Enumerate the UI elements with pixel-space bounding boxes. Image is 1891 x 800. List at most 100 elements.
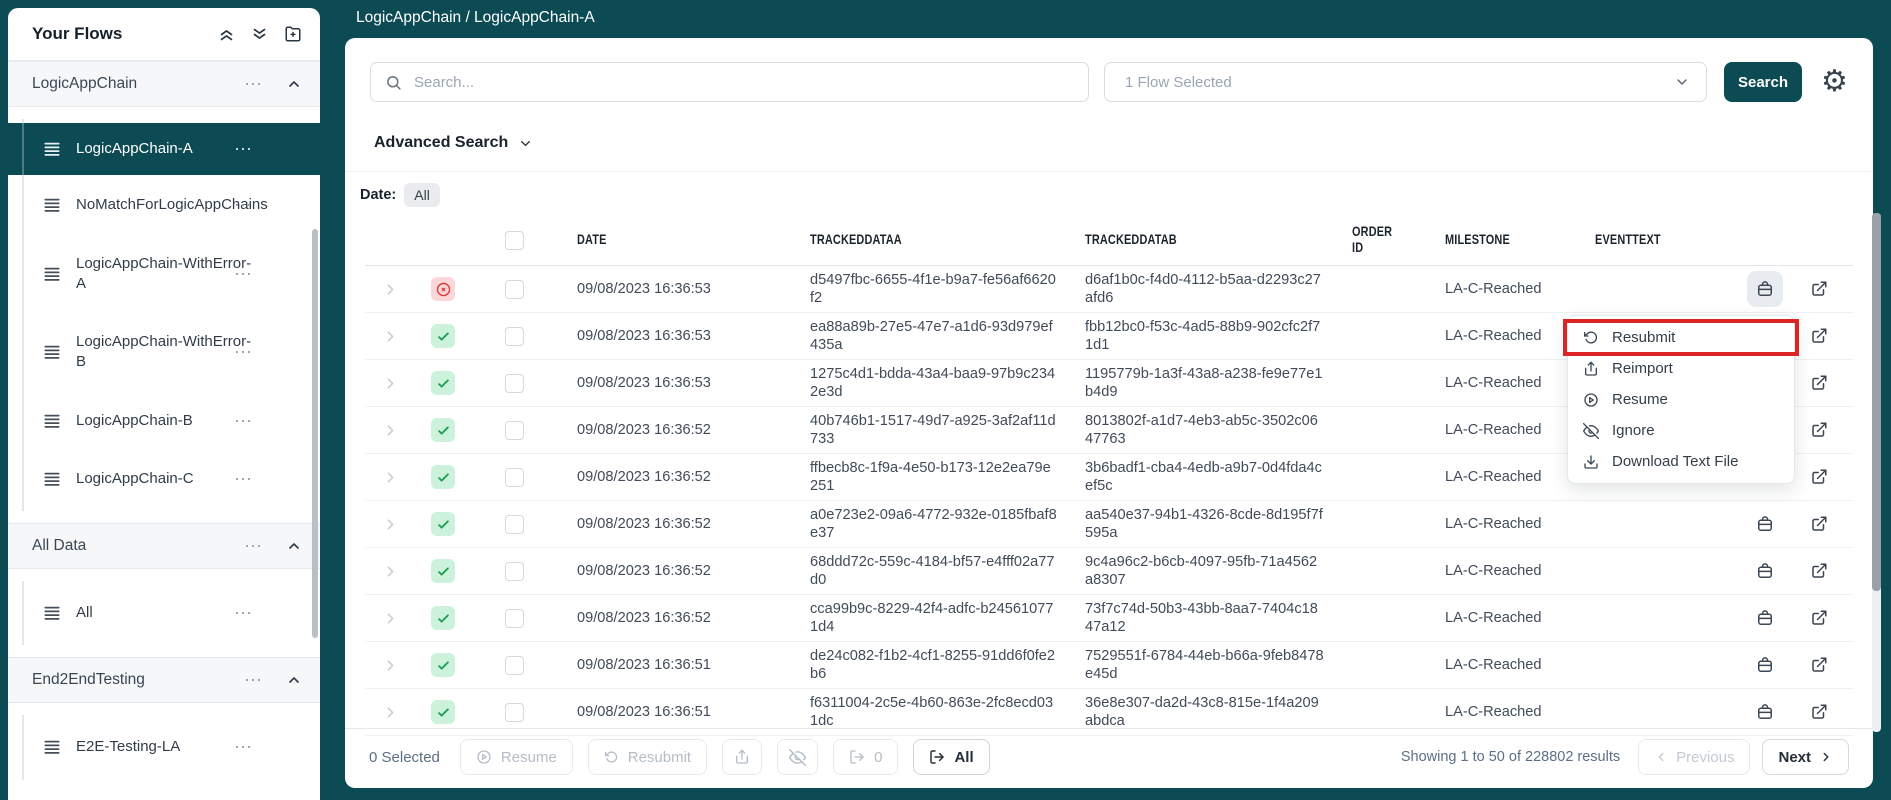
archive-button[interactable]: [1747, 553, 1783, 589]
open-details-button[interactable]: [1795, 562, 1843, 580]
chevron-up-icon[interactable]: [286, 76, 302, 92]
open-details-button[interactable]: [1795, 515, 1843, 533]
expand-row-icon[interactable]: [365, 469, 415, 486]
cell-date: 09/08/2023 16:36:52: [557, 516, 810, 532]
expand-row-icon[interactable]: [365, 516, 415, 533]
gear-icon[interactable]: ⚙: [1821, 67, 1848, 97]
archive-button[interactable]: [1747, 694, 1783, 730]
expand-row-icon[interactable]: [365, 610, 415, 627]
export-icon: [929, 749, 945, 765]
expand-row-icon[interactable]: [365, 422, 415, 439]
item-menu-icon[interactable]: ⋯: [234, 604, 254, 622]
reimport-button[interactable]: [722, 739, 762, 775]
results-summary: Showing 1 to 50 of 228802 results: [1401, 749, 1620, 765]
row-checkbox[interactable]: [505, 374, 524, 393]
open-details-button[interactable]: [1795, 421, 1843, 439]
expand-row-icon[interactable]: [365, 657, 415, 674]
table-row[interactable]: 09/08/2023 16:36:51 de24c082-f1b2-4cf1-8…: [365, 642, 1853, 689]
next-page-button[interactable]: Next: [1762, 739, 1849, 775]
archive-button[interactable]: [1747, 506, 1783, 542]
menu-item-resume[interactable]: Resume: [1568, 384, 1794, 415]
expand-all-icon[interactable]: [251, 26, 268, 43]
open-details-button[interactable]: [1795, 703, 1843, 721]
sidebar-item-logicappchain-a[interactable]: LogicAppChain-A ⋯: [8, 123, 320, 175]
table-scrollbar[interactable]: [1872, 213, 1881, 732]
advanced-search-toggle[interactable]: Advanced Search: [374, 134, 533, 152]
search-input[interactable]: [412, 73, 1074, 92]
row-checkbox[interactable]: [505, 515, 524, 534]
expand-row-icon[interactable]: [365, 375, 415, 392]
sidebar-group-all-data[interactable]: All Data ⋯: [8, 523, 320, 569]
date-filter-chip[interactable]: All: [404, 183, 440, 207]
menu-item-resubmit[interactable]: Resubmit: [1568, 322, 1794, 353]
item-menu-icon[interactable]: ⋯: [234, 343, 254, 361]
table-scrollbar-thumb[interactable]: [1872, 213, 1881, 591]
row-checkbox[interactable]: [505, 703, 524, 722]
ignore-button[interactable]: [777, 739, 818, 775]
open-details-button[interactable]: [1795, 468, 1843, 486]
sidebar-item-logicappchain-witherror-a[interactable]: LogicAppChain-WithError-A ⋯: [8, 236, 320, 313]
expand-row-icon[interactable]: [365, 704, 415, 721]
row-checkbox[interactable]: [505, 280, 524, 299]
chevron-up-icon[interactable]: [286, 672, 302, 688]
row-checkbox[interactable]: [505, 421, 524, 440]
item-menu-icon[interactable]: ⋯: [234, 412, 254, 430]
open-details-button[interactable]: [1795, 280, 1843, 298]
breadcrumb: LogicAppChain / LogicAppChain-A: [356, 9, 595, 27]
previous-page-button[interactable]: Previous: [1638, 739, 1750, 775]
select-all-checkbox[interactable]: [505, 231, 524, 250]
sidebar-group-end2endtesting[interactable]: End2EndTesting ⋯: [8, 657, 320, 703]
sidebar-item-logicappchain-c[interactable]: LogicAppChain-C ⋯: [8, 451, 320, 507]
open-details-button[interactable]: [1795, 374, 1843, 392]
table-row[interactable]: 09/08/2023 16:36:52 68ddd72c-559c-4184-b…: [365, 548, 1853, 595]
expand-row-icon[interactable]: [365, 281, 415, 298]
item-menu-icon[interactable]: ⋯: [234, 470, 254, 488]
flow-select-dropdown[interactable]: 1 Flow Selected: [1104, 62, 1707, 102]
menu-item-download-text-file[interactable]: Download Text File: [1568, 446, 1794, 477]
item-menu-icon[interactable]: ⋯: [234, 265, 254, 283]
table-row[interactable]: 09/08/2023 16:36:52 cca99b9c-8229-42f4-a…: [365, 595, 1853, 642]
group-menu-icon[interactable]: ⋯: [244, 75, 264, 93]
row-checkbox[interactable]: [505, 327, 524, 346]
group-menu-icon[interactable]: ⋯: [244, 537, 264, 555]
flow-tree: LogicAppChain-A ⋯ NoMatchForLogicAppChai…: [8, 107, 320, 523]
table-row[interactable]: 09/08/2023 16:36:52 a0e723e2-09a6-4772-9…: [365, 501, 1853, 548]
sidebar-item-nomatchforlogicappchains[interactable]: NoMatchForLogicAppChains ⋯: [8, 177, 320, 233]
row-checkbox[interactable]: [505, 468, 524, 487]
resubmit-button[interactable]: Resubmit: [588, 739, 707, 775]
search-button[interactable]: Search: [1724, 62, 1802, 102]
item-menu-icon[interactable]: ⋯: [234, 140, 254, 158]
item-menu-icon[interactable]: ⋯: [234, 196, 254, 214]
collapse-all-icon[interactable]: [218, 26, 235, 43]
cell-date: 09/08/2023 16:36:52: [557, 469, 810, 485]
new-folder-icon[interactable]: [284, 25, 302, 43]
group-menu-icon[interactable]: ⋯: [244, 671, 264, 689]
open-details-button[interactable]: [1795, 656, 1843, 674]
sidebar-group-logicappchain[interactable]: LogicAppChain ⋯: [8, 61, 320, 107]
open-details-button[interactable]: [1795, 327, 1843, 345]
menu-item-reimport[interactable]: Reimport: [1568, 353, 1794, 384]
sidebar-scrollbar[interactable]: [312, 229, 318, 638]
archive-button[interactable]: [1747, 271, 1783, 307]
sidebar-item-all[interactable]: All ⋯: [8, 585, 320, 641]
row-checkbox[interactable]: [505, 656, 524, 675]
sidebar-item-logicappchain-witherror-b[interactable]: LogicAppChain-WithError-B ⋯: [8, 314, 320, 391]
archive-button[interactable]: [1747, 647, 1783, 683]
menu-item-ignore[interactable]: Ignore: [1568, 415, 1794, 446]
expand-row-icon[interactable]: [365, 563, 415, 580]
archive-button[interactable]: [1747, 600, 1783, 636]
status-success-icon: [431, 371, 455, 395]
expand-row-icon[interactable]: [365, 328, 415, 345]
sidebar-item-e2e-testing-la[interactable]: E2E-Testing-LA ⋯: [8, 719, 320, 775]
export-count-button[interactable]: 0: [833, 739, 898, 775]
open-details-button[interactable]: [1795, 609, 1843, 627]
item-menu-icon[interactable]: ⋯: [234, 738, 254, 756]
resume-button[interactable]: Resume: [460, 739, 573, 775]
row-checkbox[interactable]: [505, 609, 524, 628]
row-checkbox[interactable]: [505, 562, 524, 581]
export-all-button[interactable]: All: [913, 739, 989, 775]
table-row[interactable]: 09/08/2023 16:36:53 d5497fbc-6655-4f1e-b…: [365, 266, 1853, 313]
chevron-up-icon[interactable]: [286, 538, 302, 554]
flow-icon: [42, 737, 62, 757]
sidebar-item-logicappchain-b[interactable]: LogicAppChain-B ⋯: [8, 393, 320, 449]
